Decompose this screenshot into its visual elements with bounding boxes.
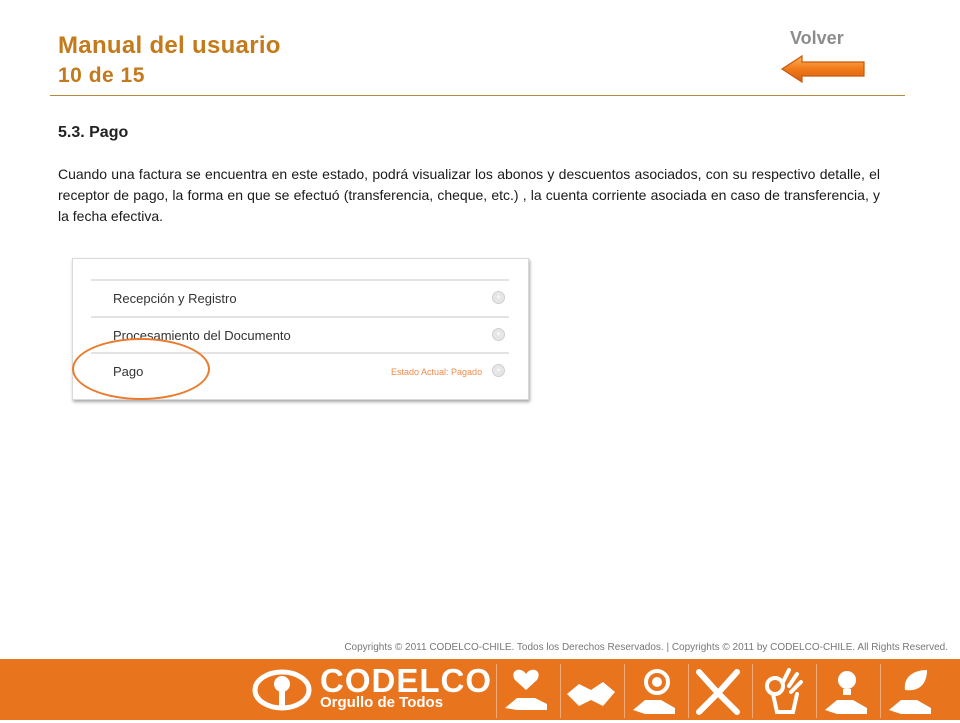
stage-label: Recepción y Registro — [113, 291, 237, 306]
lightbulb-hand-icon — [816, 664, 875, 718]
section-paragraph: Cuando una factura se encuentra en este … — [58, 166, 880, 224]
section-heading: 5.3. Pago — [58, 124, 129, 141]
status-badge: Estado Actual: Pagado — [391, 367, 483, 377]
plus-circle-icon[interactable]: + — [492, 291, 505, 304]
stage-row-recepcion[interactable]: Recepción y Registro + — [91, 279, 509, 317]
back-link[interactable]: Volver — [790, 28, 844, 49]
leaf-hand-icon — [880, 664, 939, 718]
handshake-icon — [560, 664, 619, 718]
highlight-circle — [72, 338, 210, 400]
plus-circle-icon[interactable]: + — [492, 364, 505, 377]
ok-hand-icon — [752, 664, 811, 718]
hands-together-icon — [688, 664, 747, 718]
plus-circle-icon[interactable]: + — [492, 328, 505, 341]
heart-hand-icon — [496, 664, 555, 718]
brand-tagline: Orgullo de Todos — [320, 694, 444, 711]
page-counter: 10 de 15 — [58, 64, 145, 87]
page-title: Manual del usuario — [58, 32, 281, 59]
copyright-text: Copyrights © 2011 CODELCO-CHILE. Todos l… — [344, 642, 948, 653]
medal-hand-icon — [624, 664, 683, 718]
back-arrow-icon[interactable] — [780, 54, 866, 84]
codelco-logo-icon — [252, 668, 312, 712]
header-divider — [50, 95, 905, 96]
